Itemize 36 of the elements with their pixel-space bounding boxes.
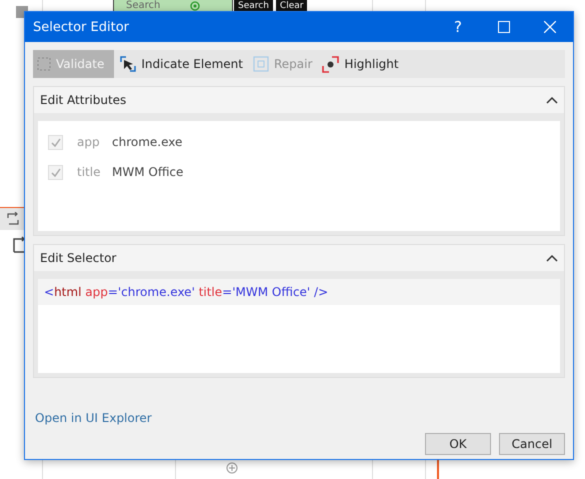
cursor-icon [120,56,136,72]
checkbox[interactable] [48,134,63,150]
ui-explorer-link[interactable]: Open in UI Explorer [35,411,152,425]
help-button[interactable]: ? [435,12,481,42]
search-placeholder: Search [126,0,160,11]
window-title: Selector Editor [33,20,130,34]
toolbar-button[interactable]: Highlight [318,50,403,78]
sidebar-tab[interactable] [0,207,25,230]
ok-button[interactable]: OK [425,433,491,455]
add-icon[interactable] [226,462,238,474]
collapse-button[interactable] [546,254,558,262]
cancel-button[interactable]: Cancel [499,433,565,455]
check-icon [50,138,60,146]
attribute-value: MWM Office [112,165,184,179]
check-icon [50,168,60,176]
highlight-icon [322,56,340,72]
section-title: Edit Selector [40,251,116,265]
repeat-icon [6,212,20,226]
canvas-button[interactable]: Clear [276,0,308,12]
attribute-name: app [77,135,101,149]
toolbar-button[interactable]: Indicate Element [116,50,247,78]
search-field[interactable]: Search [113,0,233,12]
selector-editor[interactable]: <html app='chrome.exe' title='MWM Office' /> [38,279,560,373]
attribute-name: title [77,165,102,179]
checkbox[interactable] [48,164,63,180]
selector-code: <html app='chrome.exe' title='MWM Office' /> [44,285,328,299]
target-icon [190,0,200,10]
square-target-icon [253,56,269,72]
section-title: Edit Attributes [40,93,126,107]
canvas-button[interactable]: Search [234,0,273,12]
repeat-icon[interactable] [12,236,25,256]
attribute-value: chrome.exe [112,135,182,149]
dashed-square-icon [37,57,51,71]
maximize-icon [498,21,510,33]
collapse-button[interactable] [546,96,558,104]
close-icon [544,21,556,33]
